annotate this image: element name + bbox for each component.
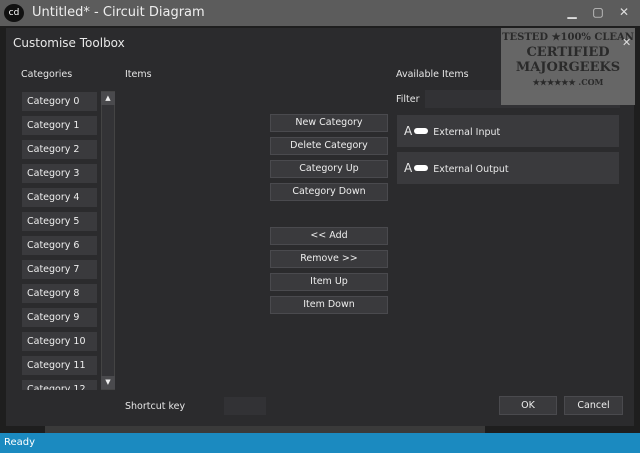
watermark-text: MAJORGEEKS: [515, 60, 621, 75]
category-item[interactable]: Category 11: [22, 356, 97, 375]
categories-label: Categories: [21, 69, 73, 80]
category-item[interactable]: Category 1: [22, 116, 97, 135]
status-bar: Ready: [0, 433, 640, 453]
shortcut-key-input[interactable]: [224, 397, 266, 415]
category-item[interactable]: Category 5: [22, 212, 97, 231]
category-item[interactable]: Category 7: [22, 260, 97, 279]
component-letter-icon: A: [404, 161, 413, 175]
category-item[interactable]: Category 2: [22, 140, 97, 159]
category-item[interactable]: Category 8: [22, 284, 97, 303]
dialog-close-button[interactable]: ✕: [622, 36, 631, 49]
item-down-button[interactable]: Item Down: [270, 296, 388, 314]
title-bar: cd Untitled* - Circuit Diagram ▁ ▢ ✕: [0, 0, 640, 26]
window-title: Untitled* - Circuit Diagram: [32, 5, 205, 20]
category-item[interactable]: Category 4: [22, 188, 97, 207]
ok-button[interactable]: OK: [499, 396, 557, 415]
component-letter-icon: A: [404, 124, 413, 138]
items-label: Items: [125, 69, 152, 80]
scroll-up-arrow-icon[interactable]: ▲: [101, 92, 115, 105]
plug-icon: [414, 165, 429, 171]
available-items-label: Available Items: [396, 69, 469, 80]
watermark-text: CERTIFIED: [526, 45, 610, 60]
scroll-down-arrow-icon[interactable]: ▼: [101, 376, 115, 389]
plug-icon: [414, 128, 429, 134]
close-button[interactable]: ✕: [614, 5, 634, 19]
category-item[interactable]: Category 10: [22, 332, 97, 351]
filter-label: Filter: [396, 94, 420, 105]
remove-button[interactable]: Remove >>: [270, 250, 388, 268]
category-up-button[interactable]: Category Up: [270, 160, 388, 178]
maximize-button[interactable]: ▢: [588, 5, 608, 19]
available-item-external-input[interactable]: A External Input: [397, 115, 619, 147]
category-item[interactable]: Category 9: [22, 308, 97, 327]
add-button[interactable]: << Add: [270, 227, 388, 245]
new-category-button[interactable]: New Category: [270, 114, 388, 132]
category-item[interactable]: Category 6: [22, 236, 97, 255]
category-item[interactable]: Category 3: [22, 164, 97, 183]
category-down-button[interactable]: Category Down: [270, 183, 388, 201]
categories-scrollbar[interactable]: [101, 91, 115, 390]
item-label: External Input: [433, 127, 501, 138]
dialog-title: Customise Toolbox: [13, 36, 125, 50]
item-label: External Output: [433, 164, 509, 175]
available-item-external-output[interactable]: A External Output: [397, 152, 619, 184]
watermark-text: ★★★★★★ .COM: [532, 77, 604, 87]
categories-list: Category 0 Category 1 Category 2 Category 3…: [18, 88, 100, 390]
minimize-button[interactable]: ▁: [562, 5, 582, 19]
category-item[interactable]: Category 0: [22, 92, 97, 111]
watermark-text: TESTED ★100% CLEAN: [502, 32, 634, 43]
item-up-button[interactable]: Item Up: [270, 273, 388, 291]
shortcut-key-label: Shortcut key: [125, 401, 186, 412]
delete-category-button[interactable]: Delete Category: [270, 137, 388, 155]
watermark-badge: TESTED ★100% CLEAN CERTIFIED MAJORGEEKS …: [501, 28, 635, 105]
app-logo-icon: cd: [4, 4, 24, 22]
cancel-button[interactable]: Cancel: [564, 396, 623, 415]
category-item[interactable]: Category 12: [22, 380, 97, 390]
